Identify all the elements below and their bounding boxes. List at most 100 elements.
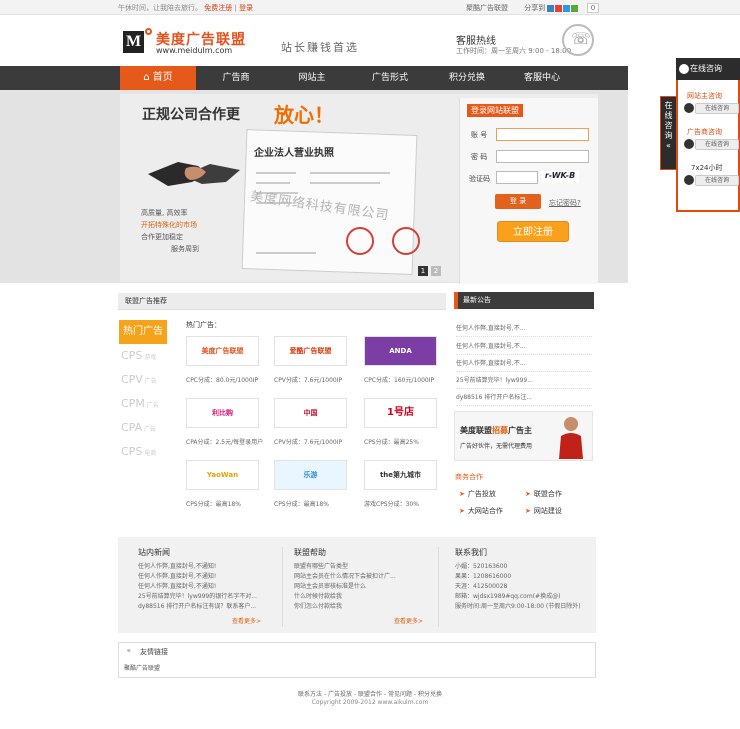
- account-input[interactable]: [496, 128, 589, 141]
- login-link[interactable]: 登录: [239, 4, 253, 12]
- forgot-password-link[interactable]: 忘记密码?: [549, 198, 581, 208]
- contact-list: 小媚：520163600 果果：1208616000 天涯：412500028 …: [455, 562, 581, 612]
- more-news-link[interactable]: 查看更多>: [232, 616, 261, 625]
- hotline-time: 工作时间：周一至周六 9:00 - 18:00: [456, 47, 572, 55]
- help-item[interactable]: 什么时候付款给我: [294, 592, 396, 602]
- nav-webmaster[interactable]: 网站主: [282, 66, 342, 90]
- register-link[interactable]: 免费注册: [204, 4, 232, 12]
- contact-item: 服务时间:周一至周六9:00-18:00 (节假日除外): [455, 603, 581, 610]
- consult-tab[interactable]: 在线咨询 «: [660, 96, 677, 170]
- nav-points[interactable]: 积分兑换: [437, 66, 497, 90]
- link-icon: ⚭: [126, 647, 132, 655]
- news-item[interactable]: dy88516 排行开户名标注...: [456, 392, 592, 406]
- share-weibo-icon[interactable]: [555, 4, 563, 12]
- biz-label: 广告投放: [467, 490, 496, 498]
- red-stamp-icon: [346, 227, 374, 255]
- news-item[interactable]: 任何人作弊,直接封号,不...: [456, 358, 592, 372]
- register-button[interactable]: 立即注册: [497, 221, 569, 242]
- help-item[interactable]: 网站主会员审核标准是什么: [294, 582, 396, 592]
- contact-item: 果果：1208616000: [455, 573, 512, 580]
- site-news-item[interactable]: 任何人作弊,直接封号,不通知!: [138, 582, 257, 592]
- divider: |: [234, 4, 237, 12]
- nav-home[interactable]: ⌂ 首页: [120, 66, 196, 90]
- share-tqq-icon[interactable]: [563, 4, 571, 12]
- biz-site-build[interactable]: ➤ 网站建设: [525, 506, 562, 516]
- share-qzone-icon[interactable]: [547, 4, 555, 12]
- tab-cpv[interactable]: CPV 广告: [121, 373, 165, 386]
- help-list: 联盟有哪些广告类型 网站主会员在什么情况下会被扣计广... 网站主会员审核标准是…: [294, 562, 396, 612]
- banner-features: 高质量, 高效率 开拓特殊化的市场 合作更加稳定 服务周到: [141, 207, 199, 255]
- share-renren-icon[interactable]: [571, 4, 579, 12]
- ad-caption: CPV分成：7.6元/1000IP: [274, 439, 343, 446]
- site-news-item[interactable]: 任何人作弊,直接封号,不通知!: [138, 562, 257, 572]
- more-help-link[interactable]: 查看更多>: [394, 616, 423, 625]
- login-button[interactable]: 登 录: [495, 194, 541, 209]
- biz-ad-placement[interactable]: ➤ 广告投放: [459, 489, 496, 499]
- ad-aiku[interactable]: 爱酷广告联盟: [274, 336, 347, 366]
- top-right: 聚酷广告联盟 分享到 0: [466, 3, 600, 13]
- ad-yihaodian[interactable]: 1号店: [364, 398, 437, 428]
- consult-247-button[interactable]: 在线咨询: [695, 175, 739, 186]
- nav-service[interactable]: 客服中心: [512, 66, 572, 90]
- ad-leyou[interactable]: 乐游: [274, 460, 347, 490]
- copyright: Copyright 2009-2012 www.aikulm.com: [311, 699, 429, 706]
- help-item[interactable]: 联盟有哪些广告类型: [294, 562, 396, 572]
- biz-union[interactable]: ➤ 联盟合作: [525, 489, 562, 499]
- password-input[interactable]: [496, 150, 589, 163]
- tab-cpm[interactable]: CPM 广告: [121, 397, 165, 410]
- recommend-head: 联盟广告推荐: [118, 293, 446, 310]
- contact-item: 小媚：520163600: [455, 563, 508, 570]
- help-item[interactable]: 网站主会员在什么情况下会被扣计广...: [294, 572, 396, 582]
- captcha-input[interactable]: [496, 171, 538, 184]
- biz-large-site[interactable]: ➤ 大网站合作: [459, 506, 503, 516]
- brand-link[interactable]: 聚酷广告联盟: [466, 4, 508, 12]
- site-news-item[interactable]: dy88516 排行开户名标注有误？联系客户...: [138, 602, 257, 612]
- captcha-image[interactable]: r-WK-B: [541, 171, 579, 183]
- recruit-subtitle: 广告好伙伴，无需代理费用: [460, 443, 533, 450]
- recruit-title-c: 广告主: [508, 426, 532, 435]
- nav-ad-formats[interactable]: 广告形式: [360, 66, 420, 90]
- news-item[interactable]: 任何人作弊,直接封号,不...: [456, 341, 592, 355]
- nav-advertiser[interactable]: 广告商: [206, 66, 266, 90]
- news-item[interactable]: 任何人作弊,直接封号,不...: [456, 323, 592, 337]
- ad-yaowan[interactable]: YaoWan: [186, 460, 259, 490]
- ad-zhongguo[interactable]: 中国: [274, 398, 347, 428]
- help-item[interactable]: 你们怎么付款给我: [294, 602, 396, 612]
- consult-head: 在线咨询: [676, 58, 740, 80]
- news-item[interactable]: 25号前结算完毕！lyw999...: [456, 375, 592, 389]
- ad-meidu[interactable]: 美度广告联盟: [186, 336, 259, 366]
- consult-webmaster-button[interactable]: 在线咨询: [695, 103, 739, 114]
- consult-advertiser-button[interactable]: 在线咨询: [695, 139, 739, 150]
- welcome-label: 午休时间，让我陪去旅行。: [118, 4, 202, 12]
- feature-line: 开拓特殊化的市场: [141, 221, 197, 229]
- site-news-list: 任何人作弊,直接封号,不通知! 任何人作弊,直接封号,不通知! 任何人作弊,直接…: [138, 562, 257, 612]
- ad-caption: CPV分成：7.6元/1000IP: [274, 377, 343, 384]
- tab-cpa[interactable]: CPA 广告: [121, 421, 165, 434]
- share-label: 分享到: [524, 4, 546, 12]
- site-news-head: 站内新闻: [138, 548, 170, 557]
- consult-head-label: 在线咨询: [690, 64, 722, 73]
- site-news-item[interactable]: 任何人作弊,直接封号,不通知!: [138, 572, 257, 582]
- logo-url: www.meidulm.com: [156, 46, 233, 55]
- feature-line: 合作更加稳定: [141, 233, 183, 241]
- ad-the9[interactable]: the第九城市: [364, 460, 437, 490]
- ad-anda[interactable]: ANDA: [364, 336, 437, 366]
- welcome-text: 午休时间，让我陪去旅行。 免费注册 | 登录: [118, 3, 253, 13]
- friend-link-item[interactable]: 聚酷广告联盟: [124, 663, 160, 672]
- logo-mark[interactable]: M: [123, 31, 144, 53]
- ad-libigou[interactable]: 利比购 LBG123.COM: [186, 398, 259, 428]
- captcha-label: 验证码: [469, 175, 490, 183]
- divider: [438, 547, 439, 627]
- recruit-title: 美度联盟招募广告主: [460, 425, 532, 436]
- footer-links[interactable]: 联系方法 - 广告投放 - 联盟合作 - 常见问题 - 积分兑换: [0, 689, 740, 698]
- slide-page-2[interactable]: 2: [431, 266, 441, 276]
- site-news-item[interactable]: 25号前结算完毕！lyw999的银行名字不对...: [138, 592, 257, 602]
- qq-icon: [679, 64, 689, 74]
- business-head: 商务合作: [455, 473, 483, 481]
- biz-label: 网站建设: [533, 507, 562, 515]
- tab-hot[interactable]: 热门广告: [119, 320, 167, 344]
- tab-cps-game[interactable]: CPS 游戏: [121, 349, 165, 362]
- tab-cps-shop[interactable]: CPS 电商: [121, 445, 165, 458]
- slide-page-1[interactable]: 1: [418, 266, 428, 276]
- news-head-label: 最新公告: [463, 296, 491, 304]
